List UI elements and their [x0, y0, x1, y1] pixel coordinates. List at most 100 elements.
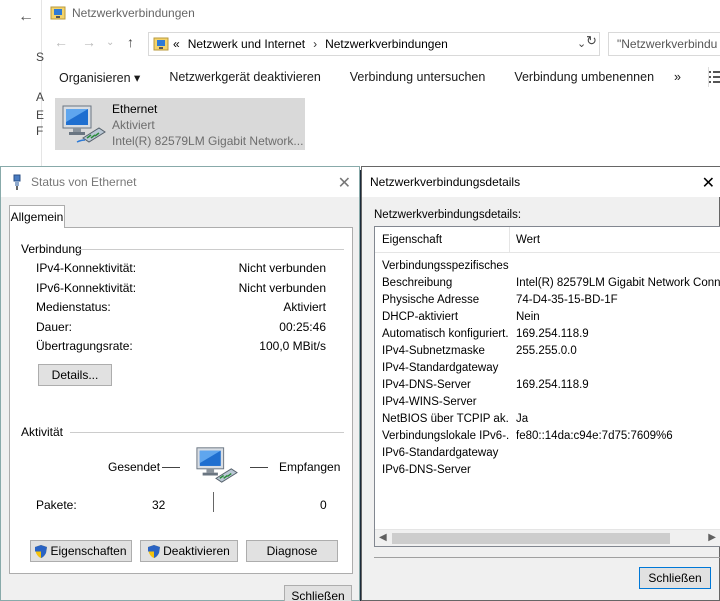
- uac-shield-icon: [35, 544, 48, 558]
- status-dialog: Status von Ethernet ✕ Allgemein Verbindu…: [0, 166, 360, 601]
- packets-sent-value: 32: [152, 498, 166, 512]
- diagnose-connection-button[interactable]: Verbindung untersuchen: [350, 70, 486, 84]
- breadcrumb-separator-icon[interactable]: ›: [313, 37, 317, 51]
- details-dialog: Netzwerkverbindungsdetails ✕ Netzwerkver…: [361, 166, 720, 601]
- transfer-rate-label: Übertragungsrate:: [36, 339, 133, 353]
- list-item[interactable]: IPv4-WINS-Server: [375, 395, 720, 412]
- list-item[interactable]: IPv6-Standardgateway: [375, 446, 720, 463]
- list-item[interactable]: Verbindungsspezifisches...: [375, 259, 720, 276]
- close-icon[interactable]: ✕: [338, 173, 351, 193]
- received-label: Empfangen: [279, 460, 341, 474]
- media-status-value: Aktiviert: [283, 300, 326, 314]
- property-value: 169.254.118.9: [516, 379, 589, 391]
- more-commands-icon[interactable]: »: [674, 70, 681, 84]
- group-divider: [70, 432, 344, 433]
- details-close-button[interactable]: Schließen: [639, 567, 711, 589]
- list-item[interactable]: Automatisch konfiguriert... 169.254.118.9: [375, 327, 720, 344]
- ipv6-connectivity-value: Nicht verbunden: [238, 281, 326, 295]
- view-options-icon[interactable]: [706, 69, 720, 85]
- list-item[interactable]: IPv6-DNS-Server: [375, 463, 720, 480]
- property-value: Nein: [516, 311, 540, 323]
- list-item[interactable]: NetBIOS über TCPIP ak... Ja: [375, 412, 720, 429]
- list-item[interactable]: IPv4-Subnetzmaske 255.255.0.0: [375, 344, 720, 361]
- transfer-rate-value: 100,0 MBit/s: [259, 339, 326, 353]
- list-item[interactable]: Beschreibung Intel(R) 82579LM Gigabit Net…: [375, 276, 720, 293]
- status-close-button[interactable]: Schließen: [284, 585, 352, 601]
- details-caption: Netzwerkverbindungsdetails:: [374, 209, 522, 221]
- activity-group-title: Aktivität: [21, 425, 64, 439]
- address-box[interactable]: « Netzwerk und Internet › Netzwerkverbin…: [148, 32, 600, 56]
- column-header-property[interactable]: Eigenschaft: [382, 234, 442, 246]
- details-dialog-title: Netzwerkverbindungsdetails: [370, 175, 521, 189]
- ipv6-connectivity-label: IPv6-Konnektivität:: [36, 281, 137, 295]
- property-value: 74-D4-35-15-BD-1F: [516, 294, 618, 306]
- search-input[interactable]: "Netzwerkverbindu: [608, 32, 720, 56]
- breadcrumb-item[interactable]: Netzwerkverbindungen: [325, 37, 448, 51]
- network-folder-icon: [153, 37, 169, 51]
- list-header: Eigenschaft Wert: [375, 227, 720, 253]
- properties-button-label: Eigenschaften: [50, 544, 127, 558]
- network-folder-icon: [50, 6, 66, 20]
- disable-device-button[interactable]: Netzwerkgerät deaktivieren: [169, 70, 320, 84]
- ethernet-connection-item[interactable]: Ethernet Aktiviert Intel(R) 82579LM Giga…: [55, 98, 305, 150]
- property-value: Ja: [516, 413, 529, 425]
- deactivate-button-label: Deaktivieren: [163, 544, 230, 558]
- breadcrumb-item[interactable]: Netzwerk und Internet: [188, 37, 305, 51]
- details-list[interactable]: Eigenschaft Wert Verbindungsspezifisches…: [374, 226, 720, 547]
- address-bar-row: ← → ⌄ ↑ « Netzwerk und Internet › Netzwe…: [48, 30, 720, 58]
- details-button[interactable]: Details...: [38, 364, 112, 386]
- connection-group-title: Verbindung: [21, 242, 82, 256]
- column-header-value[interactable]: Wert: [516, 234, 540, 246]
- ethernet-plug-icon: [13, 174, 21, 190]
- column-separator[interactable]: [509, 227, 510, 253]
- property-value: 169.254.118.9: [516, 328, 589, 340]
- property-value: Intel(R) 82579LM Gigabit Network Conne: [516, 277, 720, 289]
- general-tab-panel: Verbindung IPv4-Konnektivität: Nicht ver…: [9, 227, 353, 574]
- scroll-left-icon[interactable]: ◀: [379, 532, 387, 543]
- connection-device: Intel(R) 82579LM Gigabit Network...: [112, 134, 304, 148]
- forward-icon[interactable]: →: [82, 34, 96, 50]
- list-item[interactable]: Verbindungslokale IPv6-... fe80::14da:c94…: [375, 429, 720, 446]
- breadcrumb-prefix[interactable]: «: [173, 37, 180, 51]
- group-divider: [78, 249, 344, 250]
- connection-name: Ethernet: [112, 102, 158, 116]
- close-icon[interactable]: ✕: [702, 173, 715, 193]
- properties-button[interactable]: Eigenschaften: [30, 540, 132, 562]
- uac-shield-icon: [148, 544, 161, 558]
- property-name: DHCP-aktiviert: [382, 311, 459, 323]
- property-name: IPv4-Subnetzmaske: [382, 345, 485, 357]
- up-arrow-icon[interactable]: ↑: [127, 34, 134, 50]
- left-fragment-text: F: [36, 124, 44, 138]
- organize-button[interactable]: Organisieren ▾: [59, 70, 140, 85]
- left-fragment-text: E: [36, 108, 45, 122]
- back-icon[interactable]: ←: [54, 34, 68, 50]
- property-value: fe80::14da:c94e:7d75:7609%6: [516, 430, 673, 442]
- property-name: IPv6-DNS-Server: [382, 464, 471, 476]
- command-bar: Organisieren ▾ Netzwerkgerät deaktiviere…: [42, 62, 720, 92]
- recent-chevron-icon[interactable]: ⌄: [106, 37, 114, 48]
- details-divider: [374, 557, 720, 558]
- list-item[interactable]: IPv4-Standardgateway: [375, 361, 720, 378]
- details-titlebar: Netzwerkverbindungsdetails ✕: [362, 167, 720, 197]
- list-item[interactable]: DHCP-aktiviert Nein: [375, 310, 720, 327]
- property-name: IPv4-WINS-Server: [382, 396, 477, 408]
- back-arrow-icon[interactable]: ←: [18, 8, 34, 26]
- list-item[interactable]: Physische Adresse 74-D4-35-15-BD-1F: [375, 293, 720, 310]
- duration-label: Dauer:: [36, 320, 73, 334]
- horizontal-scrollbar[interactable]: ◀ ▶: [375, 529, 720, 546]
- property-name: Beschreibung: [382, 277, 453, 289]
- refresh-icon[interactable]: ↻: [586, 33, 597, 49]
- left-fragment-text: A: [36, 90, 45, 104]
- scroll-right-icon[interactable]: ▶: [708, 532, 716, 543]
- received-line: [250, 467, 268, 468]
- tab-general[interactable]: Allgemein: [9, 205, 65, 228]
- network-activity-icon: [196, 447, 238, 483]
- deactivate-button[interactable]: Deaktivieren: [140, 540, 238, 562]
- rename-connection-button[interactable]: Verbindung umbenennen: [514, 70, 654, 84]
- diagnose-button[interactable]: Diagnose: [246, 540, 338, 562]
- property-name: IPv4-DNS-Server: [382, 379, 471, 391]
- address-dropdown-icon[interactable]: ⌄: [577, 37, 586, 50]
- scrollbar-thumb[interactable]: [392, 533, 670, 544]
- list-item[interactable]: IPv4-DNS-Server 169.254.118.9: [375, 378, 720, 395]
- duration-value: 00:25:46: [279, 320, 326, 334]
